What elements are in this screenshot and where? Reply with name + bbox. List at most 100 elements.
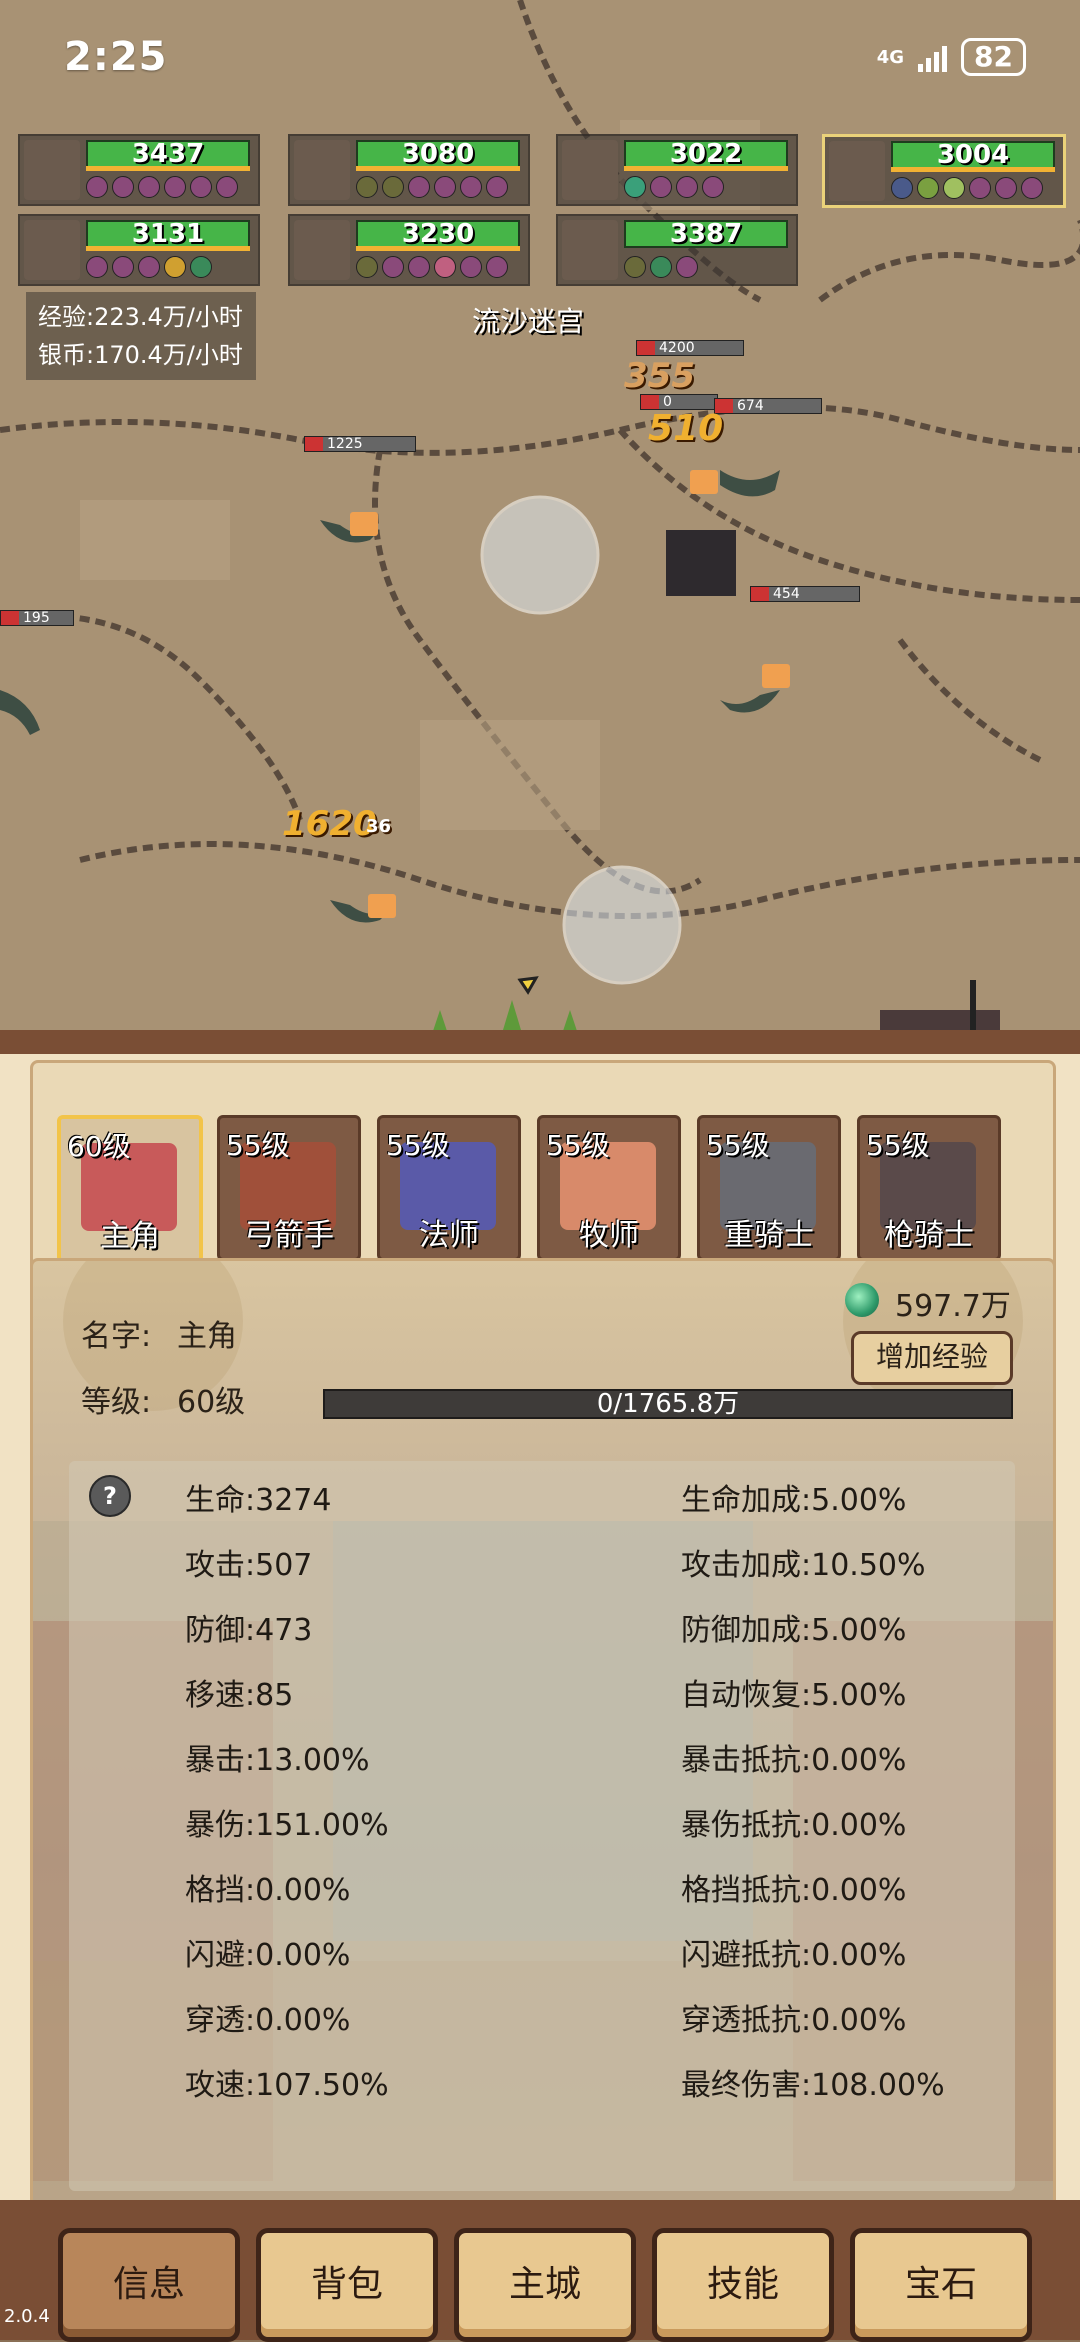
- stat-penetration: 穿透:0.00%: [185, 2003, 351, 2038]
- network-type: 4G: [876, 46, 905, 68]
- enemy-hp-bar: 195: [0, 610, 74, 626]
- level-label: 等级:: [81, 1385, 152, 1420]
- mp-bar: [86, 246, 250, 251]
- mp-bar: [891, 167, 1055, 172]
- party-card[interactable]: 3230: [288, 214, 530, 286]
- stat-defense-bonus: 防御加成:5.00%: [681, 1613, 907, 1648]
- hero-tab-heavy-knight[interactable]: 55级 重骑士: [697, 1115, 841, 1261]
- hero-name: 枪骑士: [884, 1218, 974, 1253]
- nav-info-button[interactable]: 信息: [58, 2228, 240, 2342]
- hp-bar: 3387: [624, 220, 788, 248]
- hero-level: 55级: [546, 1129, 610, 1162]
- hero-level: 55级: [226, 1129, 290, 1162]
- stat-penetration-resist: 穿透抵抗:0.00%: [681, 2003, 907, 2038]
- hero-tab-mage[interactable]: 55级 法师: [377, 1115, 521, 1261]
- skill-icons: [356, 176, 508, 198]
- gem-amount: 597.7万: [895, 1289, 1011, 1324]
- hero-tab-row: 60级 主角 55级 弓箭手 55级 法师 55级 牧师 55级 重骑士 55级…: [30, 1060, 1056, 1276]
- hero-name: 主角: [100, 1219, 160, 1254]
- hp-bar: 3080: [356, 140, 520, 168]
- exp-rate: 经验:223.4万/小时: [38, 303, 243, 331]
- party-card-selected[interactable]: 3004: [822, 134, 1066, 208]
- party-card[interactable]: 3022: [556, 134, 798, 206]
- portrait-icon: [24, 140, 80, 200]
- bottom-nav: 信息 背包 主城 技能 宝石: [0, 2200, 1080, 2342]
- portrait-icon: [294, 140, 350, 200]
- stats-box: ? 生命:3274 攻击:507 防御:473 移速:85 暴击:13.00% …: [69, 1461, 1015, 2191]
- signal-icon: [918, 42, 948, 72]
- stat-crit-damage: 暴伤:151.00%: [185, 1808, 389, 1843]
- mp-bar: [356, 246, 520, 251]
- hero-tab-priest[interactable]: 55级 牧师: [537, 1115, 681, 1261]
- skill-icons: [891, 177, 1043, 199]
- hero-level: 55级: [866, 1129, 930, 1162]
- party-card[interactable]: 3437: [18, 134, 260, 206]
- stat-crit: 暴击:13.00%: [185, 1743, 370, 1778]
- battery-icon: 82: [961, 38, 1026, 76]
- damage-number: 36: [366, 816, 392, 837]
- party-card[interactable]: 3080: [288, 134, 530, 206]
- silver-rate: 银币:170.4万/小时: [38, 341, 243, 369]
- hp-bar: 3131: [86, 220, 250, 248]
- hero-level: 55级: [386, 1129, 450, 1162]
- damage-number: 1620: [282, 804, 377, 844]
- stat-attack-speed: 攻速:107.50%: [185, 2068, 389, 2103]
- nav-gems-button[interactable]: 宝石: [850, 2228, 1032, 2342]
- hero-info-panel: 60级 主角 55级 弓箭手 55级 法师 55级 牧师 55级 重骑士 55级…: [0, 1030, 1080, 2342]
- status-time: 2:25: [64, 34, 168, 80]
- stat-hp-bonus: 生命加成:5.00%: [681, 1483, 907, 1518]
- party-card[interactable]: 3387: [556, 214, 798, 286]
- exp-progress-bar: 0/1765.8万: [323, 1389, 1013, 1419]
- stat-final-damage: 最终伤害:108.00%: [681, 2068, 945, 2103]
- portrait-icon: [829, 141, 885, 201]
- name-value: 主角: [177, 1319, 237, 1354]
- hero-level: 60级: [67, 1130, 131, 1163]
- status-icons: 4G 82: [877, 38, 1026, 76]
- mp-bar: [356, 166, 520, 171]
- nav-skills-button[interactable]: 技能: [652, 2228, 834, 2342]
- portrait-icon: [294, 220, 350, 280]
- hp-bar: 3022: [624, 140, 788, 168]
- hero-tab-archer[interactable]: 55级 弓箭手: [217, 1115, 361, 1261]
- portrait-icon: [562, 220, 618, 280]
- enemy-hp-bar: 1225: [304, 436, 416, 452]
- portrait-icon: [24, 220, 80, 280]
- add-exp-button[interactable]: 增加经验: [851, 1331, 1013, 1385]
- version-label: 2.0.4: [4, 2306, 50, 2327]
- damage-number: 510: [648, 408, 724, 449]
- stat-block-resist: 格挡抵抗:0.00%: [681, 1873, 907, 1908]
- mp-bar: [86, 166, 250, 171]
- nav-city-button[interactable]: 主城: [454, 2228, 636, 2342]
- stat-crit-damage-resist: 暴伤抵抗:0.00%: [681, 1808, 907, 1843]
- income-rate-box: 经验:223.4万/小时 银币:170.4万/小时: [26, 292, 256, 380]
- map-name: 流沙迷宫: [472, 305, 585, 338]
- hero-level: 55级: [706, 1129, 770, 1162]
- portrait-icon: [562, 140, 618, 200]
- stat-defense: 防御:473: [185, 1613, 313, 1648]
- enemy-hp-bar: 4200: [636, 340, 744, 356]
- stat-hp: 生命:3274: [185, 1483, 332, 1518]
- hero-name: 重骑士: [724, 1218, 814, 1253]
- skill-icons: [356, 256, 508, 278]
- hero-tab-protagonist[interactable]: 60级 主角: [57, 1115, 203, 1263]
- stat-crit-resist: 暴击抵抗:0.00%: [681, 1743, 907, 1778]
- hero-name: 弓箭手: [244, 1218, 334, 1253]
- nav-bag-button[interactable]: 背包: [256, 2228, 438, 2342]
- hero-name: 法师: [419, 1218, 479, 1253]
- hp-bar: 3437: [86, 140, 250, 168]
- stat-block: 格挡:0.00%: [185, 1873, 351, 1908]
- party-card[interactable]: 3131: [18, 214, 260, 286]
- stat-attack: 攻击:507: [185, 1548, 313, 1583]
- hp-bar: 3230: [356, 220, 520, 248]
- mp-bar: [624, 166, 788, 171]
- hero-tab-lancer[interactable]: 55级 枪骑士: [857, 1115, 1001, 1261]
- panel-frame-top: [0, 1030, 1080, 1054]
- help-icon[interactable]: ?: [89, 1475, 131, 1517]
- mp-bar: [624, 246, 788, 251]
- enemy-hp-bar: 454: [750, 586, 860, 602]
- stat-move-speed: 移速:85: [185, 1678, 294, 1713]
- stat-attack-bonus: 攻击加成:10.50%: [681, 1548, 926, 1583]
- stat-dodge-resist: 闪避抵抗:0.00%: [681, 1938, 907, 1973]
- name-label: 名字:: [81, 1319, 152, 1354]
- battle-view: 2:25 4G 82 3437 3080 3022 3004 3131 3230: [0, 0, 1080, 1040]
